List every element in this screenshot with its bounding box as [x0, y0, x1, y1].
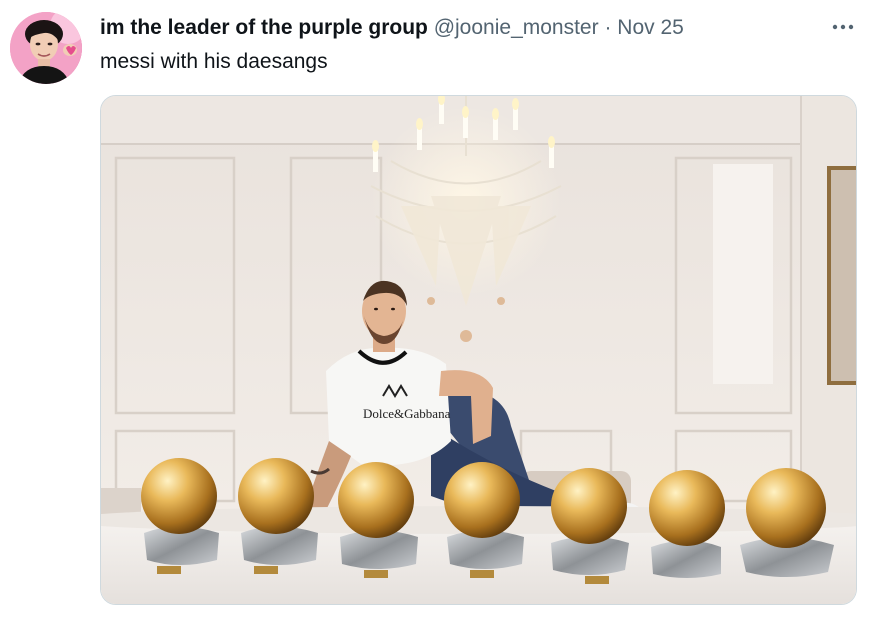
- avatar[interactable]: [10, 12, 82, 84]
- shirt-logo: Dolce&Gabbana: [363, 406, 451, 421]
- separator-dot: ·: [604, 16, 612, 39]
- tweet-text: messi with his daesangs: [100, 50, 328, 73]
- tweet-media-photo[interactable]: Dolce&Gabbana: [100, 95, 857, 605]
- more-horizontal-icon[interactable]: [826, 12, 860, 42]
- tweet[interactable]: im the leader of the purple group @jooni…: [0, 0, 880, 624]
- author-handle[interactable]: @joonie_monster: [434, 16, 599, 39]
- author-name[interactable]: im the leader of the purple group: [100, 16, 428, 39]
- photo-scene: Dolce&Gabbana: [101, 96, 856, 604]
- tweet-date[interactable]: Nov 25: [617, 16, 684, 39]
- tweet-header: im the leader of the purple group @jooni…: [100, 14, 840, 42]
